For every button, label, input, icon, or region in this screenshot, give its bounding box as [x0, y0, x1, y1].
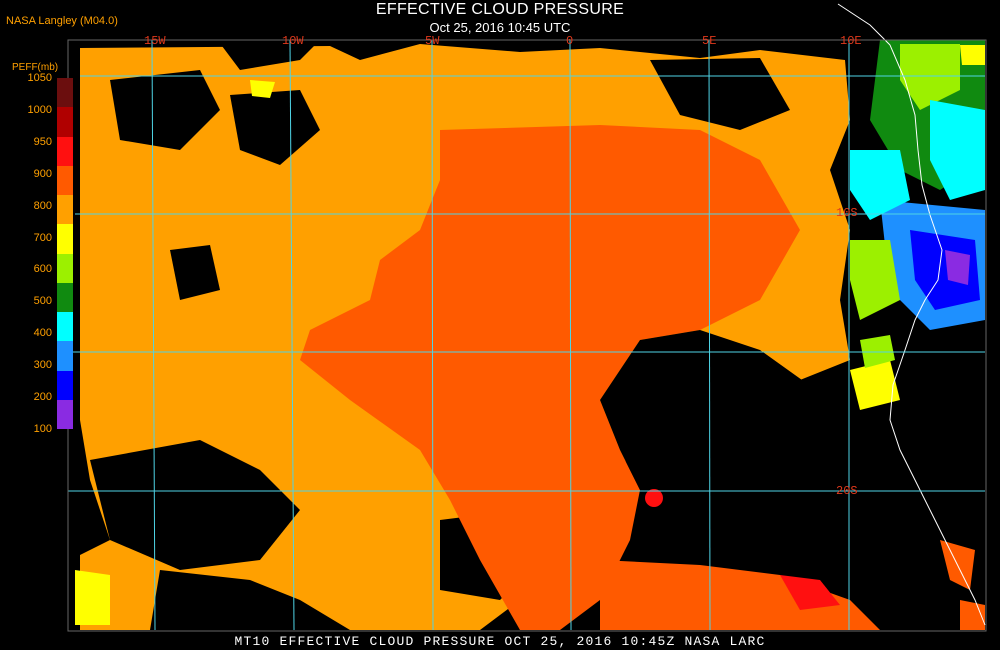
legend-tick-label: 400 [33, 327, 52, 340]
longitude-label: 10E [840, 34, 862, 48]
footer-caption: MT10 EFFECTIVE CLOUD PRESSURE OCT 25, 20… [234, 634, 766, 649]
legend-swatch [57, 78, 73, 108]
cloud-pressure-map [0, 0, 1000, 650]
legend-tick-label: 800 [33, 199, 52, 212]
latitude-label: 10S [836, 206, 858, 220]
legend-tick-label: 950 [33, 135, 52, 148]
legend-swatch [57, 282, 73, 312]
legend-tick-label: 1050 [27, 72, 52, 84]
legend-tick-label: 1000 [27, 103, 52, 116]
legend-swatch [57, 370, 73, 400]
legend-tick-label: 100 [33, 423, 52, 435]
legend-swatch [57, 253, 73, 283]
legend-swatch [57, 399, 73, 429]
longitude-label: 0 [566, 34, 574, 48]
legend-swatch [57, 224, 73, 254]
map-subtitle: Oct 25, 2016 10:45 UTC [429, 20, 571, 35]
legend-tick-label: 700 [33, 231, 52, 244]
legend-swatch [57, 165, 73, 195]
legend-tick-label: 300 [33, 359, 52, 372]
legend-swatch [57, 195, 73, 225]
longitude-label: 5E [702, 34, 717, 48]
legend-tick-label: 900 [33, 167, 52, 180]
credit-label: NASA Langley (M04.0) [6, 15, 118, 27]
legend-color-bar [57, 78, 73, 429]
longitude-label: 10W [282, 34, 304, 48]
legend-swatch [57, 107, 73, 137]
legend-tick-label: 600 [33, 263, 52, 276]
cloud-spot-red-small [645, 489, 663, 507]
longitude-label: 15W [144, 34, 166, 48]
legend-tick-label: 200 [33, 391, 52, 404]
legend-swatch [57, 341, 73, 371]
legend-tick-label: 500 [33, 295, 52, 308]
longitude-label: 5W [425, 34, 440, 48]
legend-swatch [57, 312, 73, 342]
legend-swatch [57, 136, 73, 166]
map-title: EFFECTIVE CLOUD PRESSURE [375, 1, 625, 18]
latitude-label: 20S [836, 484, 858, 498]
